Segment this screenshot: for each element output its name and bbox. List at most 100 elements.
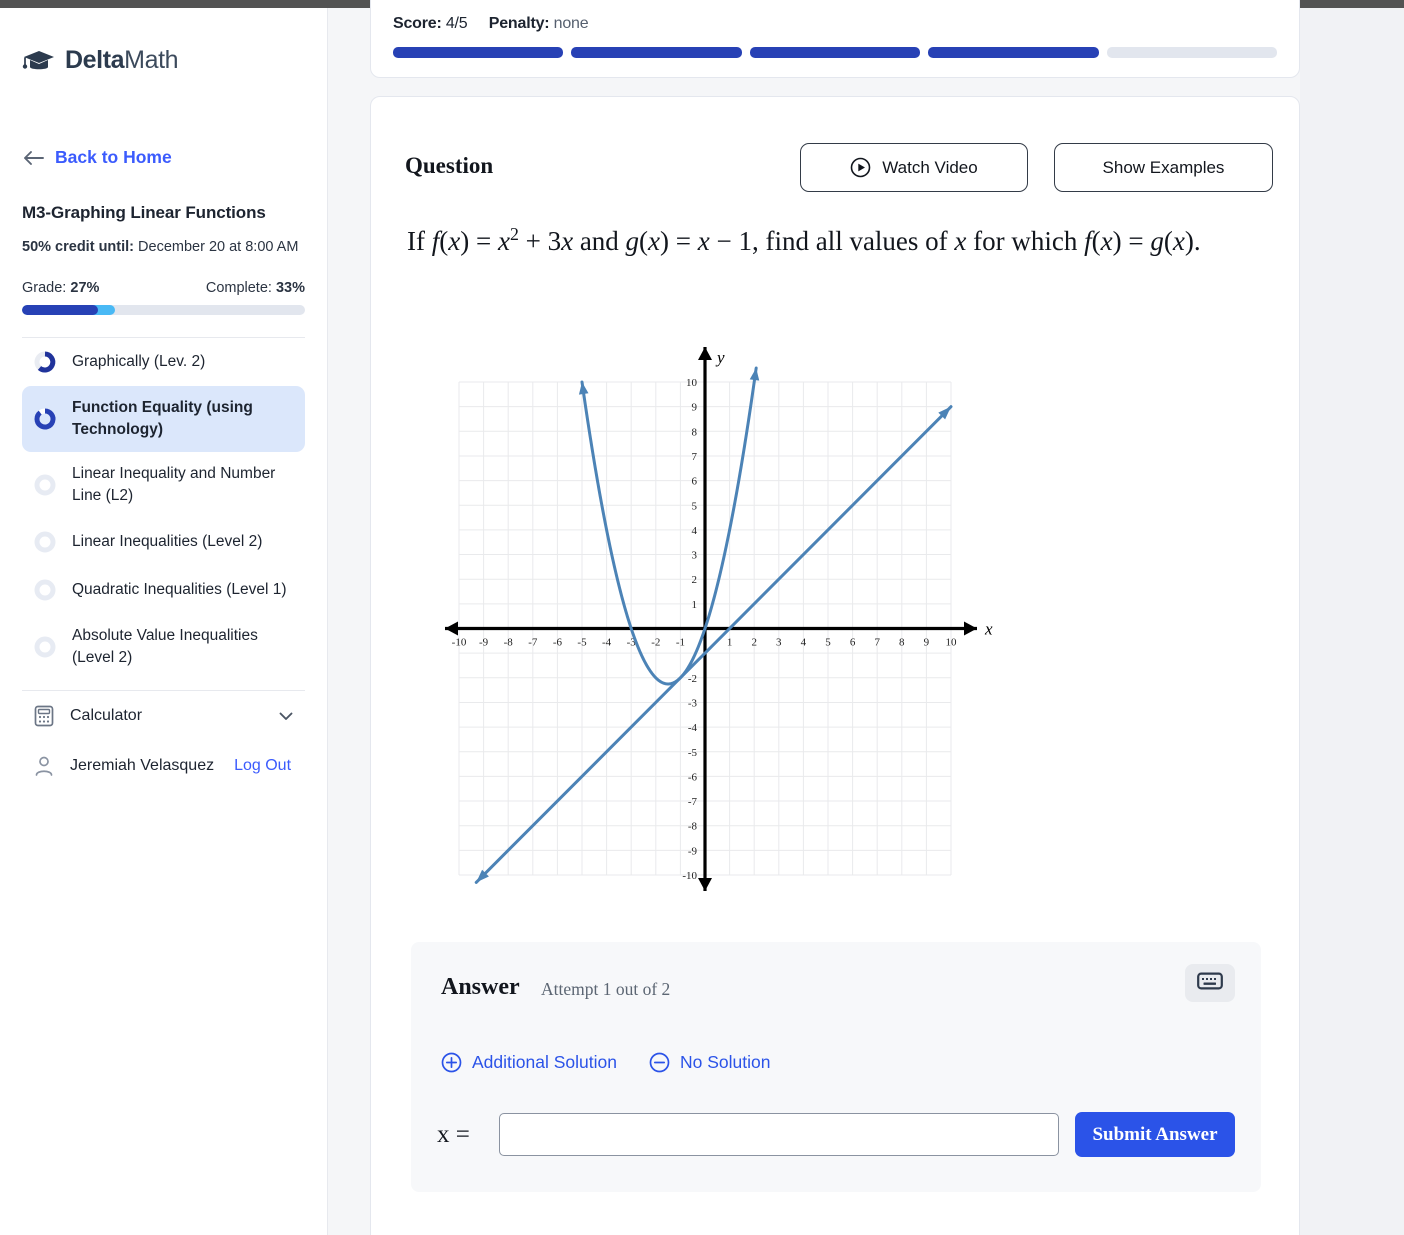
y-tick-label: 3 xyxy=(692,550,698,562)
calculator-row[interactable]: Calculator xyxy=(22,691,305,741)
back-to-home-label: Back to Home xyxy=(55,147,172,167)
score-value: 4/5 xyxy=(445,15,468,32)
problem-progress-bars xyxy=(393,47,1278,58)
logout-link[interactable]: Log Out xyxy=(234,757,291,775)
y-tick-label: -2 xyxy=(688,673,697,685)
y-tick-label: 8 xyxy=(692,426,698,438)
graph-svg: y x -10 -9 -8 -7 -6 -5 -4 -3 -2 -1 1 2 3 4 5 6 7 8 9 10 10 9 8 7 6… xyxy=(445,347,993,891)
x-axis-arrow-right xyxy=(964,621,977,636)
grade-progress-bar xyxy=(22,304,305,315)
sidebar-problem-label: Linear Inequalities (Level 2) xyxy=(72,532,263,550)
progress-bar-segment xyxy=(928,47,1099,58)
complete-label: Complete: xyxy=(205,279,272,296)
y-tick-label: 6 xyxy=(692,476,698,488)
user-icon xyxy=(32,754,56,778)
user-name: Jeremiah Velasquez xyxy=(70,756,215,774)
y-tick-label: -5 xyxy=(688,747,698,759)
sidebar-problem-label: Linear Inequality and Number Line (L2) xyxy=(72,464,276,504)
sidebar-problem-item[interactable]: Function Equality (using Technology) xyxy=(22,385,305,452)
problem-list: Graphically (Lev. 2) Function Equality (u… xyxy=(22,338,305,680)
keyboard-icon xyxy=(1197,971,1223,996)
sidebar-problem-item[interactable]: Linear Inequalities (Level 2) xyxy=(22,518,305,566)
x-axis-arrow-left xyxy=(445,621,458,636)
progress-ring-icon xyxy=(32,529,58,555)
x-tick-label: -4 xyxy=(602,637,612,649)
x-axis-label: x xyxy=(984,620,993,639)
submit-answer-button[interactable]: Submit Answer xyxy=(1075,1112,1235,1157)
x-tick-label: 10 xyxy=(946,637,958,649)
answer-heading: Answer xyxy=(441,974,520,1000)
progress-bar-segment xyxy=(571,47,742,58)
deltamath-page: DeltaMath Back to Home M3-Graphing Linea… xyxy=(0,0,1404,1235)
question-header: Question Watch Video Show Examples xyxy=(405,143,1273,193)
credit-value: December 20 at 8:00 AM xyxy=(134,238,299,255)
arrow-left-icon xyxy=(22,150,44,166)
y-tick-label: -6 xyxy=(688,771,698,783)
calculator-label: Calculator xyxy=(70,706,143,724)
show-examples-button[interactable]: Show Examples xyxy=(1054,143,1273,192)
sidebar-problem-item[interactable]: Absolute Value Inequalities (Level 2) xyxy=(22,614,305,680)
x-tick-label: 9 xyxy=(924,637,930,649)
sidebar-problem-label: Absolute Value Inequalities (Level 2) xyxy=(72,626,258,666)
complete-value: 33% xyxy=(275,279,305,296)
sidebar-problem-label: Graphically (Lev. 2) xyxy=(72,352,206,370)
x-tick-label: -2 xyxy=(651,637,660,649)
answer-input[interactable] xyxy=(499,1113,1059,1156)
penalty-label: Penalty: xyxy=(488,15,550,32)
x-tick-label: -8 xyxy=(504,637,514,649)
grade-progress-fill xyxy=(22,304,99,315)
x-tick-label: 1 xyxy=(727,637,733,649)
no-solution-button[interactable]: No Solution xyxy=(649,1052,770,1073)
minus-circle-icon xyxy=(649,1052,670,1073)
sidebar-problem-label: Quadratic Inequalities (Level 1) xyxy=(72,580,287,598)
brand-name: DeltaMath xyxy=(65,46,179,75)
x-equals-label: x = xyxy=(437,1120,470,1148)
brand-name-bold: Delta xyxy=(65,46,125,74)
progress-ring-icon xyxy=(32,349,58,375)
question-prompt: If f(x) = x2 + 3x and g(x) = x − 1, find… xyxy=(407,224,1201,256)
show-examples-label: Show Examples xyxy=(1102,157,1225,177)
grade-stat: Grade: 27% xyxy=(22,280,99,296)
page-title: Question xyxy=(405,153,494,178)
progress-ring-icon xyxy=(32,634,58,660)
back-to-home-link[interactable]: Back to Home xyxy=(22,147,305,168)
assignment-title: M3-Graphing Linear Functions xyxy=(22,203,266,222)
y-tick-label: 1 xyxy=(692,599,698,611)
y-tick-label: -9 xyxy=(688,845,698,857)
y-tick-label: -4 xyxy=(688,722,698,734)
solution-options-row: Additional Solution No Solution xyxy=(441,1052,770,1073)
x-tick-label: 6 xyxy=(850,637,856,649)
progress-card: Score: 4/5 Penalty: none xyxy=(370,0,1300,78)
user-row: Jeremiah Velasquez Log Out xyxy=(22,741,305,791)
x-tick-label: -6 xyxy=(553,637,563,649)
additional-solution-button[interactable]: Additional Solution xyxy=(441,1052,617,1073)
progress-ring-icon xyxy=(32,472,58,498)
chevron-down-icon[interactable] xyxy=(277,707,295,725)
x-tick-label: 4 xyxy=(801,637,807,649)
y-tick-label: 2 xyxy=(692,574,698,586)
x-tick-label: -10 xyxy=(452,637,467,649)
question-card: Question Watch Video Show Examples If f(… xyxy=(370,96,1300,1235)
y-tick-label: 7 xyxy=(692,451,698,463)
y-tick-label: 9 xyxy=(692,402,698,414)
keyboard-toggle-button[interactable] xyxy=(1185,964,1235,1002)
y-axis-arrow-up xyxy=(698,347,712,360)
play-circle-icon xyxy=(850,157,871,178)
sidebar-problem-item[interactable]: Graphically (Lev. 2) xyxy=(22,338,305,386)
y-tick-label: -10 xyxy=(682,870,697,882)
sidebar-problem-label: Function Equality (using Technology) xyxy=(72,398,253,438)
answer-input-row: x = Submit Answer xyxy=(437,1112,1235,1157)
sidebar-problem-item[interactable]: Linear Inequality and Number Line (L2) xyxy=(22,452,305,518)
plus-circle-icon xyxy=(441,1052,462,1073)
progress-ring-icon xyxy=(32,406,58,432)
y-tick-label: -8 xyxy=(688,821,698,833)
sidebar-problem-item[interactable]: Quadratic Inequalities (Level 1) xyxy=(22,566,305,614)
watch-video-button[interactable]: Watch Video xyxy=(800,143,1028,192)
brand-logo[interactable]: DeltaMath xyxy=(22,46,305,75)
grade-label: Grade: xyxy=(22,279,67,296)
calculator-icon xyxy=(32,704,56,728)
y-tick-label: -3 xyxy=(688,697,698,709)
x-tick-label: 2 xyxy=(751,637,757,649)
sidebar: DeltaMath Back to Home M3-Graphing Linea… xyxy=(0,8,328,1235)
x-tick-label: -7 xyxy=(528,637,538,649)
